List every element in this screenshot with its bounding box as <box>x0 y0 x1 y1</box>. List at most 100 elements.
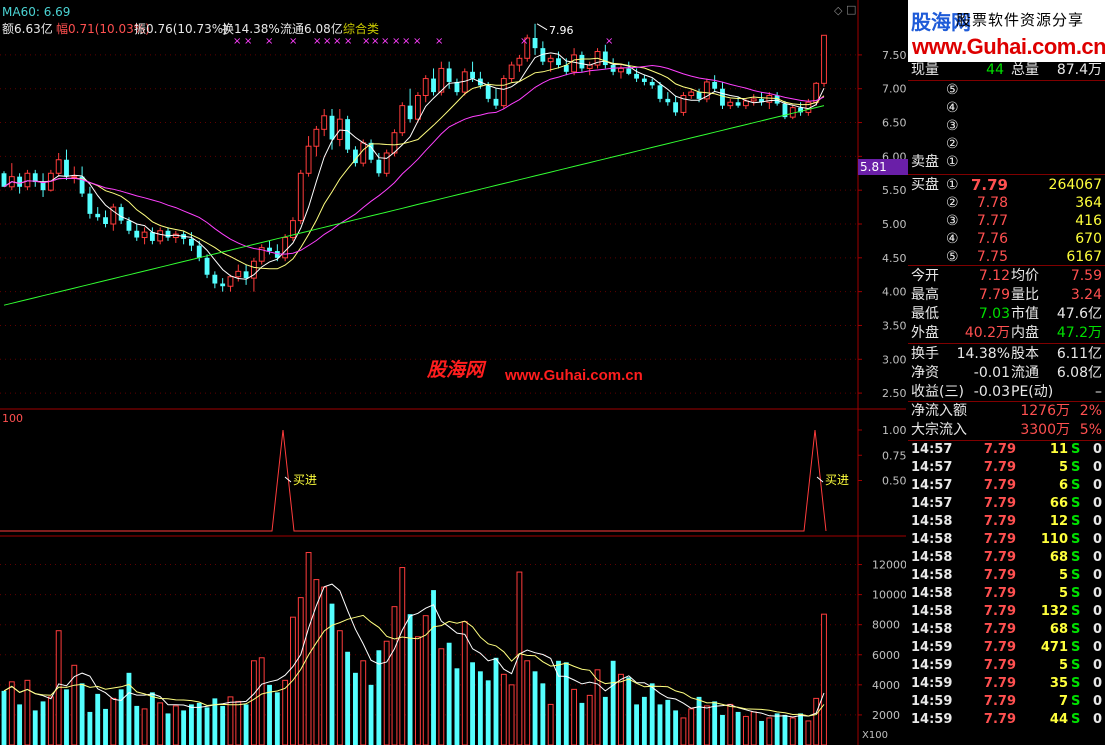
volume-bar <box>438 648 445 745</box>
volume-bar <box>95 693 101 745</box>
logo-url: www.Guhai.com.cn <box>912 34 1105 59</box>
tick-row[interactable]: 14:57 7.79 11 S 0 <box>908 441 1105 459</box>
candle-body <box>17 176 23 187</box>
volume-axis-label: 6000 <box>872 649 900 662</box>
logo-tagline: 股票软件资源分享 <box>956 11 1085 29</box>
buy-level-index: ④ <box>946 231 959 247</box>
tick-price: 7.79 <box>983 604 1016 619</box>
volume-bar <box>610 660 616 745</box>
tick-row[interactable]: 14:58 7.79 68 S 0 <box>908 621 1105 639</box>
candle-body <box>626 68 632 74</box>
tick-row[interactable]: 14:59 7.79 5 S 0 <box>908 657 1105 675</box>
tick-side: S <box>1071 460 1081 475</box>
tick-row[interactable]: 14:59 7.79 35 S 0 <box>908 675 1105 693</box>
tick-count: 0 <box>1092 676 1102 691</box>
candle-body <box>657 85 663 99</box>
tick-row[interactable]: 14:58 7.79 68 S 0 <box>908 549 1105 567</box>
window-box-icon[interactable]: □ <box>846 3 856 16</box>
tick-time: 14:59 <box>911 658 953 673</box>
volume-bar <box>586 694 593 745</box>
indicator-label: 100 <box>2 412 23 425</box>
candle-body <box>649 81 655 86</box>
tick-side: S <box>1071 442 1081 457</box>
tick-row[interactable]: 14:59 7.79 44 S 0 <box>908 711 1105 729</box>
volume-bar <box>547 703 554 745</box>
candle-body <box>422 78 429 96</box>
tick-time: 14:58 <box>911 514 953 529</box>
indicator-axis-label: 0.50 <box>882 475 906 488</box>
quote-panel: 股海网 股票软件资源分享 www.Guhai.com.cn 现量 44 总量 8… <box>908 0 1105 745</box>
tick-price: 7.79 <box>983 622 1016 637</box>
volume-bar <box>305 552 312 745</box>
tick-volume: 12 <box>1049 514 1068 529</box>
candle-body <box>618 67 624 73</box>
stat-value: 7.03 <box>978 306 1010 322</box>
tick-price: 7.79 <box>983 586 1016 601</box>
volume-bar <box>204 707 210 745</box>
finance-row: 换手 14.38% 股本 6.11亿 <box>908 345 1105 363</box>
stats-row: 今开 7.12 均价 7.59 <box>908 267 1105 285</box>
tick-row[interactable]: 14:58 7.79 5 S 0 <box>908 567 1105 585</box>
candle-body <box>1 173 7 187</box>
tick-row[interactable]: 14:58 7.79 132 S 0 <box>908 603 1105 621</box>
tick-price: 7.79 <box>983 712 1016 727</box>
volume-bar <box>8 681 15 745</box>
flow-value: 3300万 <box>1020 422 1070 438</box>
sector-label[interactable]: 综合类 <box>343 20 379 37</box>
stat-label: 均价 <box>1011 268 1039 284</box>
tick-count: 0 <box>1092 658 1102 673</box>
tick-row[interactable]: 14:58 7.79 12 S 0 <box>908 513 1105 531</box>
volume-bar <box>540 683 546 745</box>
buy-price: 7.76 <box>976 231 1008 247</box>
volume-bar <box>181 710 187 745</box>
tick-row[interactable]: 14:59 7.79 471 S 0 <box>908 639 1105 657</box>
candle-body <box>313 128 320 147</box>
tick-row[interactable]: 14:59 7.79 7 S 0 <box>908 693 1105 711</box>
price-axis-label: 4.00 <box>882 286 906 299</box>
candle-body <box>821 34 827 84</box>
tick-side: S <box>1071 712 1081 727</box>
candle-body <box>571 54 578 73</box>
volume-bar <box>454 668 460 745</box>
price-axis-label: 7.00 <box>882 83 906 96</box>
stat-label: 外盘 <box>911 325 939 341</box>
ma60-line <box>3 105 825 306</box>
diamond-icon[interactable]: ◇ <box>834 4 842 17</box>
candle-body <box>297 172 304 222</box>
candle-body <box>87 193 93 214</box>
volume-bar <box>821 613 827 745</box>
finance-label: PE(动) <box>1011 384 1054 400</box>
tick-volume: 35 <box>1049 676 1068 691</box>
volume-bar <box>17 704 23 745</box>
buy-quantity: 416 <box>1075 213 1102 229</box>
candle-body <box>742 100 749 107</box>
tick-volume: 68 <box>1049 550 1068 565</box>
tick-side: S <box>1071 622 1081 637</box>
volume-bar <box>750 711 757 745</box>
volume-bar <box>103 708 108 745</box>
volume-bar <box>345 651 351 745</box>
tick-volume: 5 <box>1058 568 1068 583</box>
tick-volume: 5 <box>1058 460 1068 475</box>
tick-row[interactable]: 14:58 7.79 5 S 0 <box>908 585 1105 603</box>
price-axis-label: 3.50 <box>882 319 906 332</box>
buy-level-index: ③ <box>946 213 959 229</box>
candle-body <box>141 231 148 239</box>
logo-banner[interactable]: 股海网 股票软件资源分享 www.Guhai.com.cn <box>908 0 1105 62</box>
candle-body <box>71 176 78 179</box>
tick-row[interactable]: 14:57 7.79 6 S 0 <box>908 477 1105 495</box>
stat-label: 最低 <box>911 306 939 322</box>
volume-bar <box>461 621 468 745</box>
tick-row[interactable]: 14:58 7.79 110 S 0 <box>908 531 1105 549</box>
volume-bar <box>267 684 272 745</box>
indicator-axis-label: 1.00 <box>882 424 906 437</box>
tick-row[interactable]: 14:57 7.79 66 S 0 <box>908 495 1105 513</box>
volume-bar <box>571 688 578 745</box>
volume-bar <box>470 662 475 745</box>
tick-price: 7.79 <box>983 442 1016 457</box>
tick-volume: 68 <box>1049 622 1068 637</box>
tick-row[interactable]: 14:57 7.79 5 S 0 <box>908 459 1105 477</box>
candle-body <box>634 73 639 79</box>
volume-bar <box>626 677 632 745</box>
finance-value: -0.01 <box>973 365 1010 381</box>
